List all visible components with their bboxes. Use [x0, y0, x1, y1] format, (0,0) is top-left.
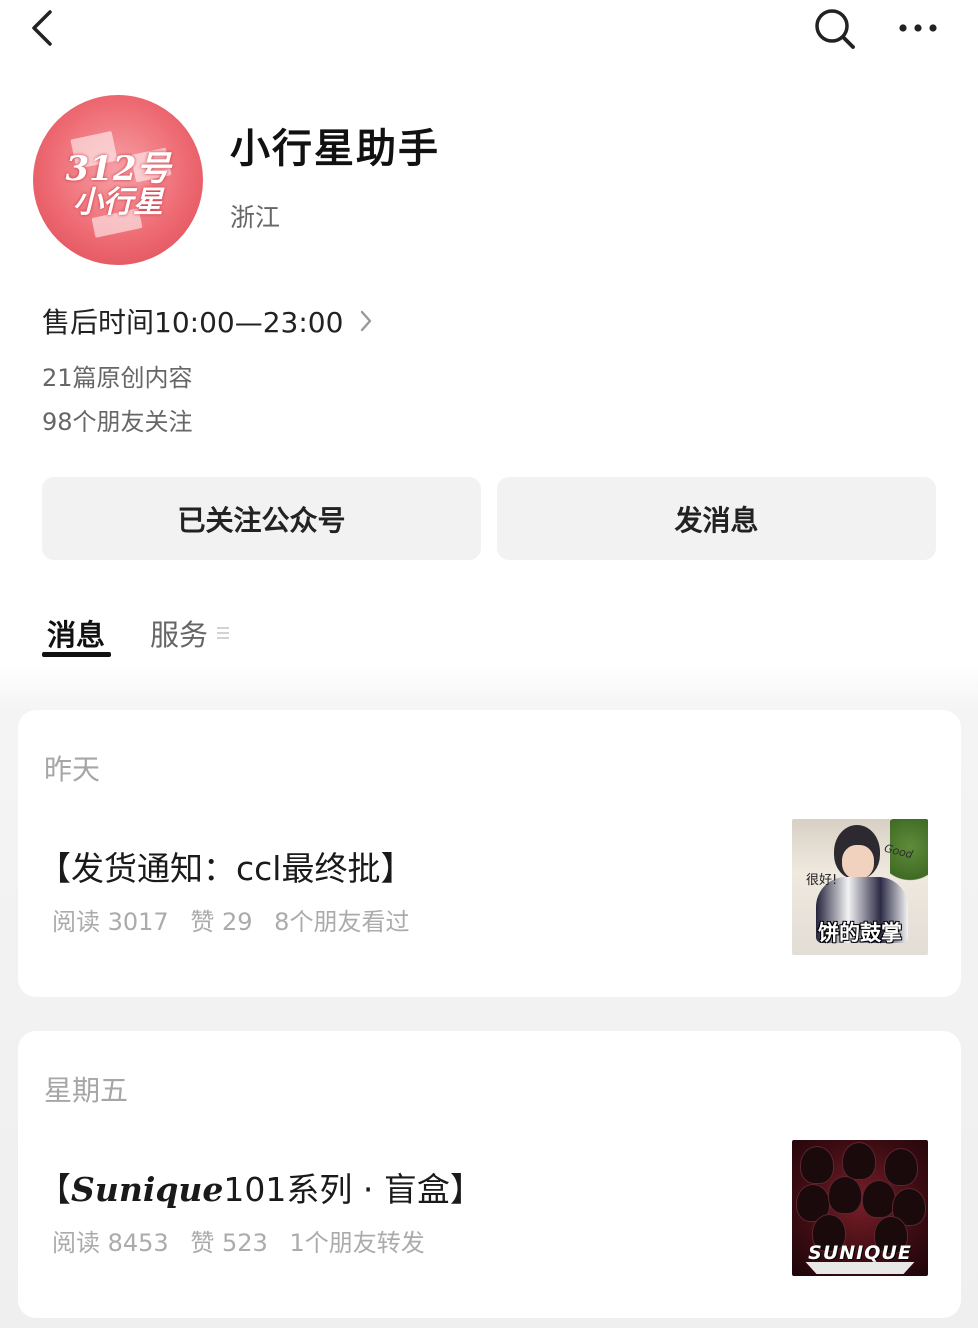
article-likes: 赞 523	[190, 1229, 268, 1257]
article-reads: 阅读 3017	[52, 908, 169, 936]
friends-following-count[interactable]: 98个朋友关注	[42, 402, 193, 437]
article-title-rest: 101系列 · 盲盒】	[223, 1170, 483, 1209]
service-hours-text: 售后时间10:00—23:00	[42, 306, 344, 339]
article-title: 【发货通知：ccl最终批】	[38, 849, 414, 888]
article-social: 1个朋友转发	[289, 1229, 425, 1257]
article-meta: 阅读 3017 赞 29 8个朋友看过	[52, 902, 423, 937]
more-button[interactable]	[892, 8, 944, 48]
feed-date: 星期五	[44, 1074, 129, 1107]
article-title: 【Sunique101系列 · 盲盒】	[38, 1163, 483, 1211]
feed-card: 星期五 【Sunique101系列 · 盲盒】 阅读 8453 赞 523 1个…	[18, 1031, 961, 1318]
service-hours-row[interactable]: 售后时间10:00—23:00	[42, 300, 375, 342]
tab-services[interactable]: 服务	[150, 612, 230, 654]
thumbnail-brand: SUNIQUE	[808, 1242, 912, 1264]
article-thumbnail: Good 很好! 饼的鼓掌	[792, 819, 928, 955]
feed-date: 昨天	[44, 753, 101, 786]
search-button[interactable]	[810, 4, 860, 54]
send-message-button[interactable]: 发消息	[497, 477, 936, 560]
back-button[interactable]	[24, 6, 64, 50]
more-horizontal-icon	[899, 24, 937, 32]
avatar[interactable]: 312号 小行星	[33, 95, 203, 265]
thumbnail-silhouette	[884, 1148, 918, 1186]
article-social: 8个朋友看过	[274, 908, 410, 936]
thumbnail-silhouette	[828, 1176, 862, 1214]
active-tab-indicator	[42, 652, 111, 657]
tab-services-label: 服务	[150, 618, 209, 652]
thumbnail-silhouette	[842, 1142, 876, 1180]
article-item[interactable]: 【发货通知：ccl最终批】 阅读 3017 赞 29 8个朋友看过 Good 很…	[18, 806, 961, 966]
article-title-brand: Sunique	[71, 1170, 224, 1209]
article-reads: 阅读 8453	[52, 1229, 169, 1257]
search-icon	[815, 9, 855, 49]
thumbnail-silhouette	[862, 1180, 896, 1218]
article-likes: 赞 29	[190, 908, 253, 936]
article-meta: 阅读 8453 赞 523 1个朋友转发	[52, 1223, 439, 1258]
feed-card: 昨天 【发货通知：ccl最终批】 阅读 3017 赞 29 8个朋友看过 Goo…	[18, 710, 961, 997]
menu-lines-icon	[217, 627, 230, 639]
article-thumbnail: SUNIQUE	[792, 1140, 928, 1276]
chevron-right-icon	[361, 310, 372, 332]
article-title-open: 【	[38, 1170, 71, 1209]
top-bar	[0, 0, 978, 60]
followed-account-button[interactable]: 已关注公众号	[42, 477, 481, 560]
thumbnail-brand-banner	[805, 1262, 915, 1274]
tab-messages[interactable]: 消息	[47, 612, 105, 654]
chevron-left-icon	[32, 10, 52, 46]
thumbnail-bubble-text: 很好!	[806, 873, 838, 888]
thumbnail-silhouette	[800, 1146, 834, 1184]
thumbnail-caption: 饼的鼓掌	[818, 921, 902, 945]
account-region: 浙江	[230, 203, 281, 232]
thumbnail-person-face	[842, 845, 874, 879]
article-item[interactable]: 【Sunique101系列 · 盲盒】 阅读 8453 赞 523 1个朋友转发…	[18, 1127, 961, 1287]
account-profile-page: 312号 小行星 小行星助手 浙江 售后时间10:00—23:00 21篇原创内…	[0, 0, 978, 1328]
avatar-text-line2: 小行星	[73, 185, 163, 220]
original-articles-count[interactable]: 21篇原创内容	[42, 358, 193, 393]
account-name: 小行星助手	[230, 126, 440, 172]
